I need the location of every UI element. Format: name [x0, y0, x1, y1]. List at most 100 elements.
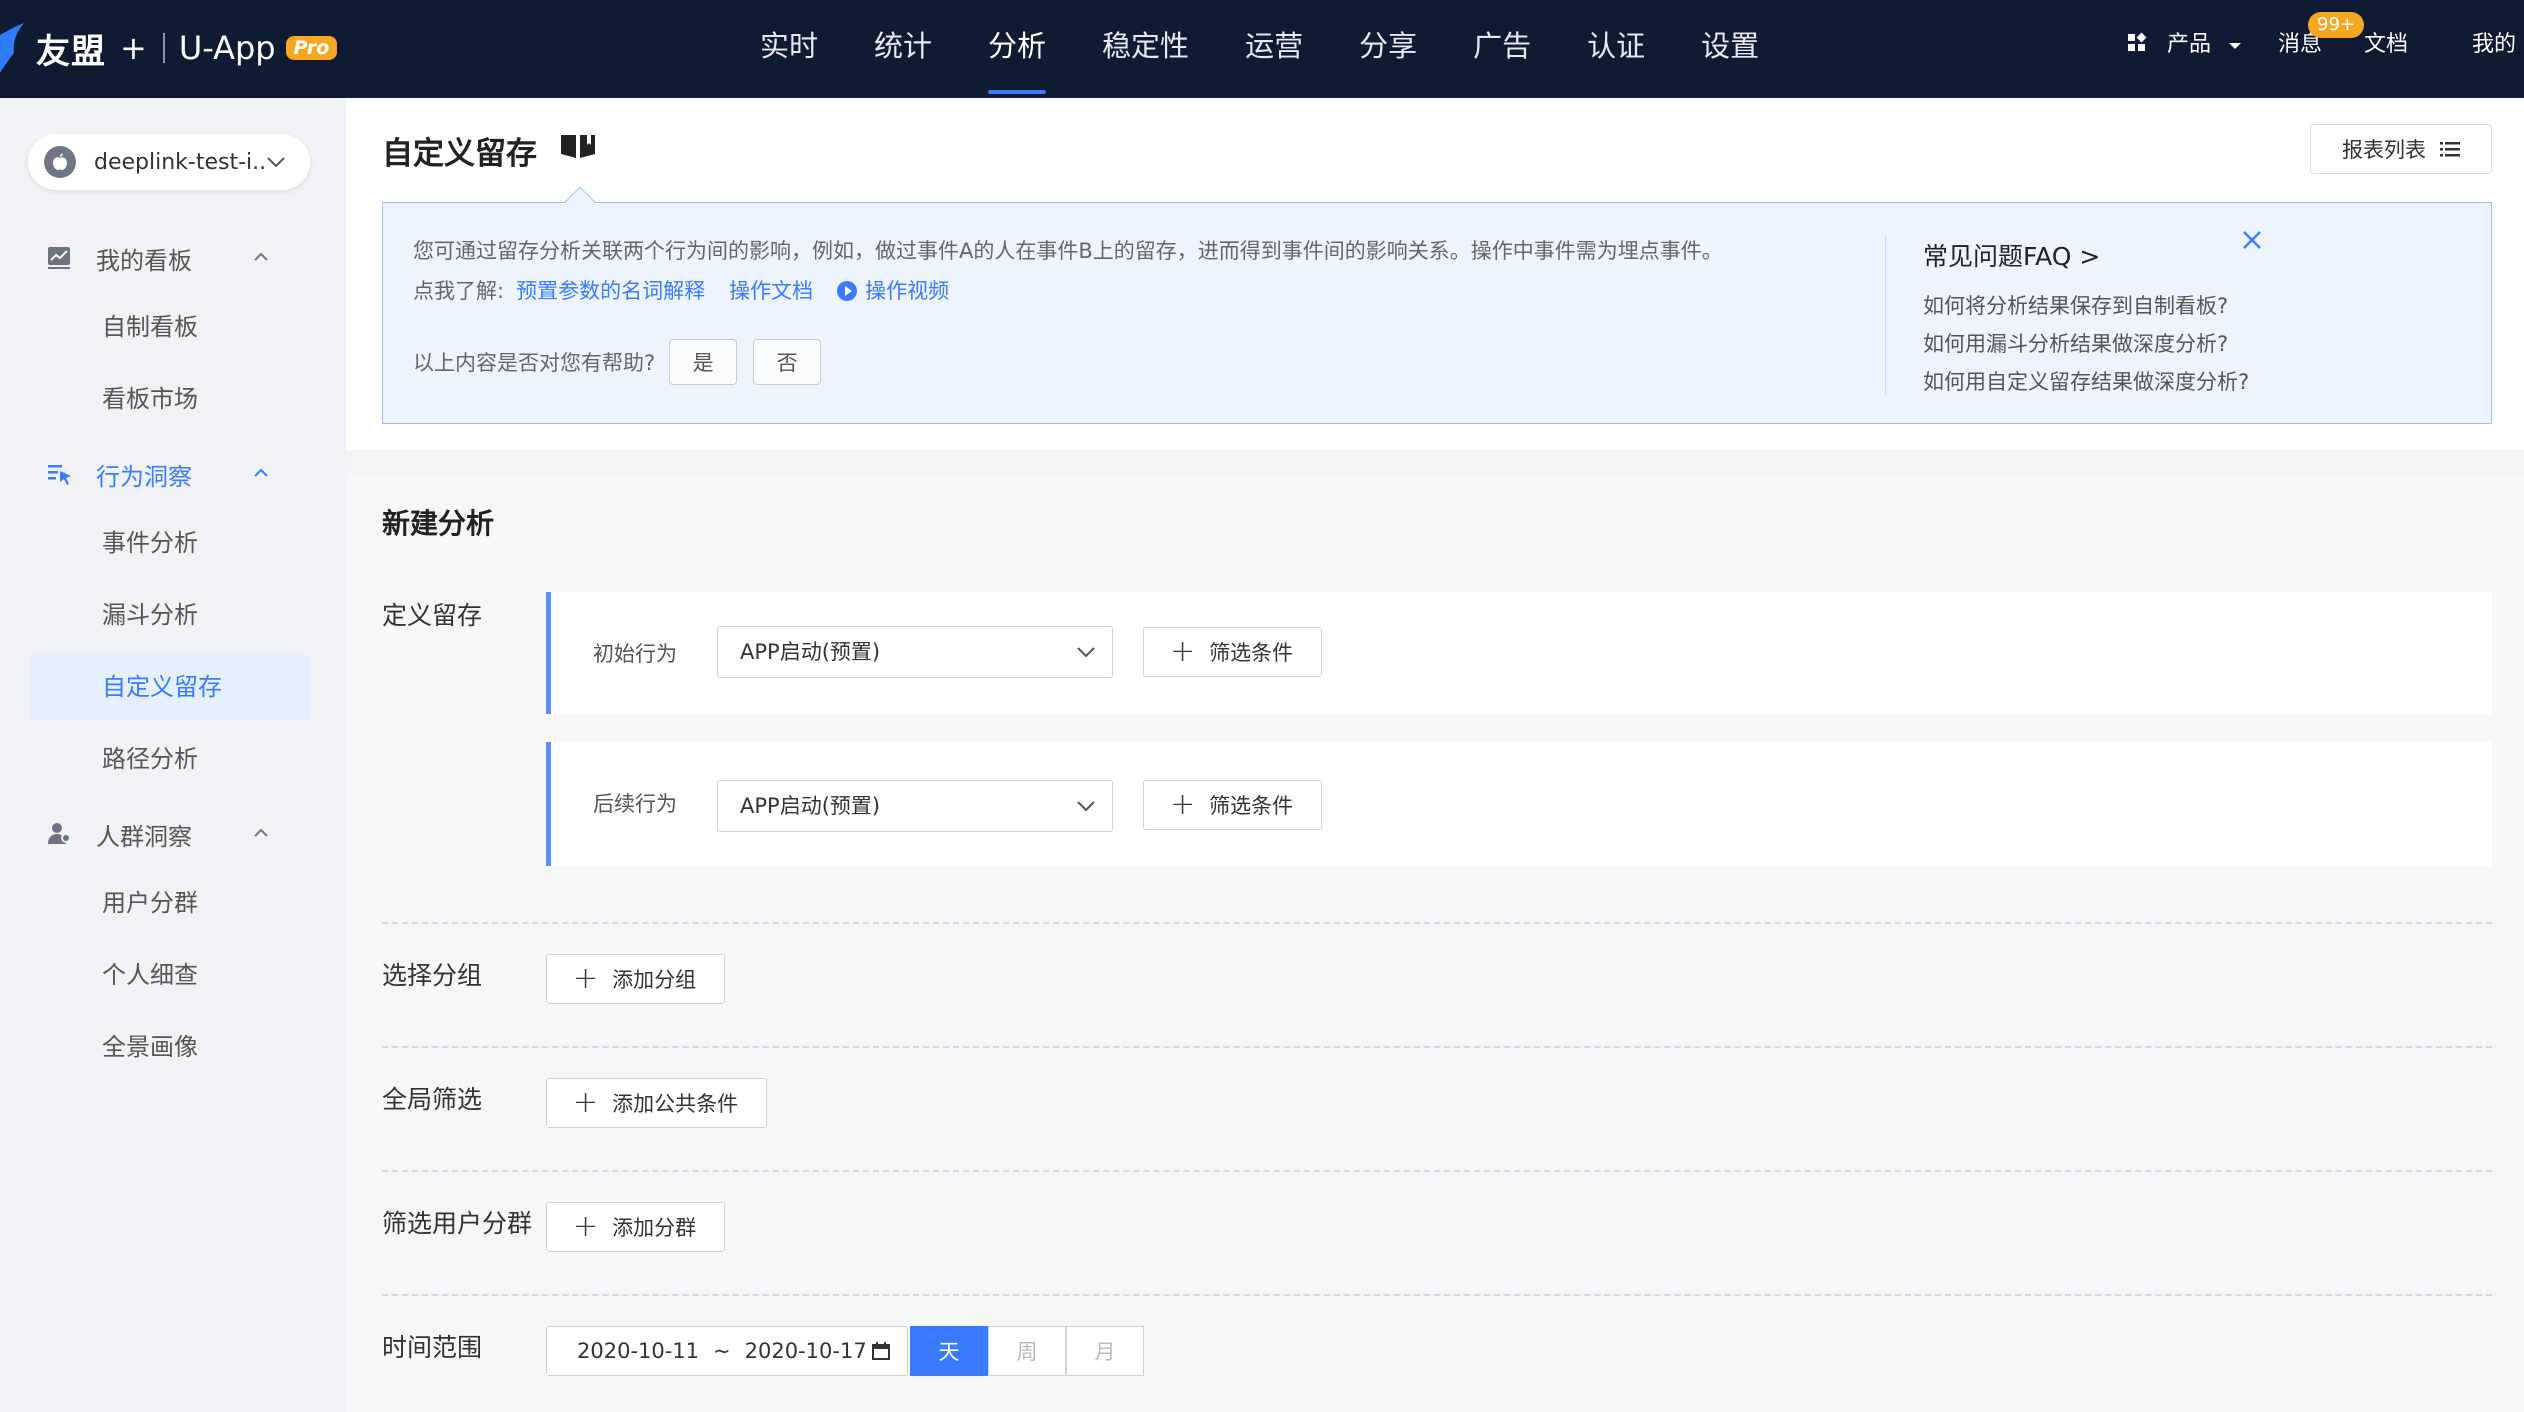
sidebar-group-audience[interactable]: 人群洞察: [0, 798, 346, 870]
sidebar-item-funnel-analysis[interactable]: 漏斗分析: [30, 582, 310, 648]
helpful-feedback: 以上内容是否对您有帮助? 是 否: [413, 339, 822, 385]
dashed-divider: [382, 1294, 2492, 1296]
caret-down-icon: [2229, 43, 2242, 49]
learn-more-row: 点我了解: 预置参数的名词解释 操作文档 操作视频: [413, 275, 949, 305]
user-group-icon: [48, 823, 71, 844]
date-end: 2020-10-17: [744, 1339, 867, 1363]
main-nav: 实时 统计 分析 稳定性 运营 分享 广告 认证 设置: [760, 0, 1815, 98]
sidebar-item-dashboard-market[interactable]: 看板市场: [30, 366, 310, 432]
faq-title-link[interactable]: 常见问题FAQ >: [1923, 237, 2249, 273]
operation-video-link[interactable]: 操作视频: [865, 275, 949, 305]
banner-divider: [1885, 235, 1886, 395]
nav-stability[interactable]: 稳定性: [1102, 0, 1189, 98]
dashed-divider: [382, 1046, 2492, 1048]
add-global-filter-button[interactable]: + 添加公共条件: [546, 1078, 768, 1128]
followup-behavior-value: APP启动(预置): [740, 794, 881, 818]
dashed-divider: [382, 1170, 2492, 1172]
segment-filter-label: 筛选用户分群: [382, 1209, 533, 1238]
docs-link[interactable]: 文档: [2364, 0, 2408, 98]
nav-realtime[interactable]: 实时: [760, 0, 818, 98]
plus-icon: +: [1170, 787, 1196, 822]
initial-filter-button[interactable]: + 筛选条件: [1143, 627, 1323, 677]
sidebar-item-custom-dashboard[interactable]: 自制看板: [30, 294, 310, 360]
sidebar-item-event-analysis[interactable]: 事件分析: [30, 510, 310, 576]
product-name: U-App: [178, 29, 276, 67]
behavior-icon: [48, 465, 71, 485]
messages-badge: 99+: [2308, 12, 2364, 38]
faq-link-funnel-deep[interactable]: 如何用漏斗分析结果做深度分析?: [1923, 325, 2249, 363]
initial-behavior-label: 初始行为: [593, 642, 677, 666]
calendar-icon: [871, 1342, 890, 1360]
plus-icon: +: [573, 961, 599, 996]
nav-certification[interactable]: 认证: [1587, 0, 1645, 98]
plus-icon: +: [573, 1085, 599, 1120]
faq-link-retention-deep[interactable]: 如何用自定义留存结果做深度分析?: [1923, 363, 2249, 401]
book-icon[interactable]: [560, 132, 596, 160]
nav-settings[interactable]: 设置: [1701, 0, 1759, 98]
sidebar-item-custom-retention[interactable]: 自定义留存: [30, 654, 310, 720]
sidebar-group-label: 行为洞察: [96, 462, 192, 491]
app-selector[interactable]: deeplink-test-i...: [28, 134, 310, 190]
granularity-week[interactable]: 周: [988, 1326, 1066, 1376]
sidebar-item-user-segments[interactable]: 用户分群: [30, 870, 310, 936]
operation-doc-link[interactable]: 操作文档: [729, 275, 813, 305]
dashed-divider: [382, 922, 2492, 924]
add-global-filter-label: 添加公共条件: [612, 1092, 739, 1116]
granularity-month[interactable]: 月: [1066, 1326, 1144, 1376]
initial-behavior-value: APP启动(预置): [740, 640, 881, 664]
app-name: deeplink-test-i...: [94, 149, 266, 175]
brand-name: 友盟: [36, 31, 106, 72]
sidebar-group-label: 人群洞察: [96, 822, 192, 851]
chevron-down-icon: [1077, 647, 1095, 658]
date-range-picker[interactable]: 2020-10-11 ~ 2020-10-17: [546, 1326, 908, 1376]
nav-share[interactable]: 分享: [1359, 0, 1417, 98]
info-description: 您可通过留存分析关联两个行为间的影响，例如，做过事件A的人在事件B上的留存，进而…: [413, 239, 1723, 263]
global-filter-label: 全局筛选: [382, 1085, 483, 1114]
close-icon[interactable]: [2241, 229, 2263, 251]
define-retention-label: 定义留存: [382, 601, 483, 630]
helpful-no-button[interactable]: 否: [753, 339, 822, 385]
umeng-bird-icon: [0, 23, 24, 73]
faq-link-save-dashboard[interactable]: 如何将分析结果保存到自制看板?: [1923, 287, 2249, 325]
granularity-day[interactable]: 天: [910, 1326, 988, 1376]
followup-behavior-card: 后续行为 APP启动(预置) + 筛选条件: [546, 742, 2492, 866]
plus-icon: +: [1170, 634, 1196, 669]
logo-divider: [162, 33, 165, 63]
chevron-up-icon: [254, 828, 268, 837]
info-banner: 您可通过留存分析关联两个行为间的影响，例如，做过事件A的人在事件B上的留存，进而…: [382, 186, 2492, 424]
umeng-logo[interactable]: 友盟 + U-App Pro: [0, 20, 338, 76]
sidebar-item-path-analysis[interactable]: 路径分析: [30, 726, 310, 792]
report-list-label: 报表列表: [2342, 138, 2426, 162]
initial-behavior-card: 初始行为 APP启动(预置) + 筛选条件: [546, 592, 2492, 714]
list-icon: [2440, 142, 2460, 157]
add-segment-button[interactable]: + 添加分群: [546, 1202, 726, 1252]
pro-badge: Pro: [285, 36, 338, 60]
initial-behavior-select[interactable]: APP启动(预置): [717, 626, 1113, 678]
products-label: 产品: [2167, 32, 2212, 57]
add-group-button[interactable]: + 添加分组: [546, 954, 726, 1004]
apple-icon: [44, 146, 76, 178]
add-segment-label: 添加分群: [612, 1216, 697, 1240]
mine-menu[interactable]: 我的: [2472, 0, 2516, 98]
nav-ads[interactable]: 广告: [1473, 0, 1531, 98]
report-list-button[interactable]: 报表列表: [2310, 124, 2492, 174]
followup-filter-button[interactable]: + 筛选条件: [1143, 780, 1323, 830]
helpful-yes-button[interactable]: 是: [669, 339, 738, 385]
faq-section: 常见问题FAQ > 如何将分析结果保存到自制看板? 如何用漏斗分析结果做深度分析…: [1923, 237, 2249, 401]
glossary-link[interactable]: 预置参数的名词解释: [516, 275, 705, 305]
products-menu[interactable]: 产品: [2126, 0, 2242, 98]
sidebar-group-dashboards[interactable]: 我的看板: [0, 222, 346, 294]
date-start: 2020-10-11: [577, 1339, 700, 1363]
followup-behavior-select[interactable]: APP启动(预置): [717, 780, 1113, 832]
chart-icon: [48, 247, 70, 269]
nav-operations[interactable]: 运营: [1245, 0, 1303, 98]
nav-statistics[interactable]: 统计: [874, 0, 932, 98]
nav-analysis[interactable]: 分析: [988, 0, 1047, 98]
chevron-up-icon: [254, 252, 268, 261]
followup-behavior-label: 后续行为: [593, 792, 677, 816]
sidebar-item-panorama-portrait[interactable]: 全景画像: [30, 1014, 310, 1080]
sidebar-item-individual-lookup[interactable]: 个人细查: [30, 942, 310, 1008]
chevron-up-icon: [254, 468, 268, 477]
sidebar-group-behavior[interactable]: 行为洞察: [0, 438, 346, 510]
chevron-down-icon: [267, 157, 285, 168]
